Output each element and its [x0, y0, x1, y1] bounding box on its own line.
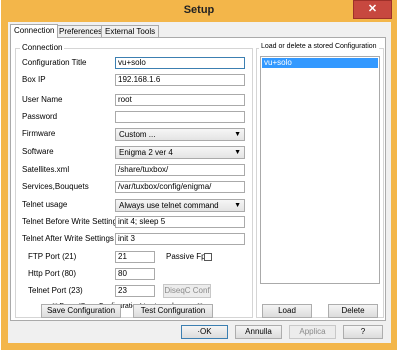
telnet-usage-label: Telnet usage: [22, 200, 68, 209]
software-select-value: Enigma 2 ver 4: [119, 148, 173, 157]
tab-connection[interactable]: Connection: [10, 24, 59, 38]
firmware-select-value: Custom ...: [119, 130, 156, 139]
satellites-xml-input[interactable]: /share/tuxbox/: [115, 164, 245, 176]
chevron-down-icon: ▼: [234, 131, 241, 138]
firmware-select[interactable]: Custom ... ▼: [115, 128, 245, 141]
dialog-client-area: Connection Preferences External Tools Co…: [8, 22, 391, 343]
services-bouquets-label: Services,Bouquets: [22, 182, 89, 191]
http-port-label: Http Port (80): [28, 269, 77, 278]
tab-external-tools[interactable]: External Tools: [101, 25, 160, 37]
satellites-xml-label: Satellites.xml: [22, 165, 70, 174]
setup-window: Setup ✕ Connection Preferences External …: [1, 0, 397, 350]
title-bar[interactable]: Setup ✕: [1, 0, 397, 21]
box-ip-label: Box IP: [22, 75, 46, 84]
software-select[interactable]: Enigma 2 ver 4 ▼: [115, 146, 245, 159]
configuration-title-label: Configuration Title: [22, 58, 87, 67]
connection-tab-panel: Connection Configuration Title vu+solo B…: [10, 37, 386, 321]
software-label: Software: [22, 147, 54, 156]
services-bouquets-input[interactable]: /var/tuxbox/config/enigma/: [115, 181, 245, 193]
connection-group: Connection Configuration Title vu+solo B…: [15, 43, 253, 318]
connection-group-title: Connection: [20, 43, 65, 52]
telnet-after-label: Telnet After Write Settings: [22, 234, 114, 243]
box-ip-input[interactable]: 192.168.1.6: [115, 74, 245, 86]
telnet-before-input[interactable]: init 4; sleep 5: [115, 216, 245, 228]
telnet-port-label: Telnet Port (23): [28, 286, 83, 295]
passive-fp-label: Passive Fp: [166, 252, 206, 261]
telnet-usage-select-value: Always use telnet command: [119, 201, 219, 210]
telnet-before-label: Telnet Before Write Settings: [22, 217, 122, 226]
ftp-port-input[interactable]: 21: [115, 251, 155, 263]
ok-button[interactable]: ·OK: [181, 325, 228, 339]
user-name-input[interactable]: root: [115, 94, 245, 106]
load-button[interactable]: Load: [262, 304, 312, 318]
apply-button[interactable]: Applica: [289, 325, 336, 339]
close-icon: ✕: [367, 3, 378, 15]
stored-configuration-group: Load or delete a stored Configuration vu…: [256, 43, 384, 318]
passive-fp-checkbox[interactable]: [204, 253, 212, 261]
telnet-usage-select[interactable]: Always use telnet command ▼: [115, 199, 245, 212]
window-title: Setup: [183, 4, 215, 16]
firmware-label: Firmware: [22, 129, 56, 138]
delete-button[interactable]: Delete: [328, 304, 378, 318]
help-button[interactable]: ?: [343, 325, 383, 339]
user-name-label: User Name: [22, 95, 63, 104]
chevron-down-icon: ▼: [234, 202, 241, 209]
test-configuration-button[interactable]: Test Configuration: [133, 304, 213, 318]
ftp-port-label: FTP Port (21): [28, 252, 77, 261]
stored-configuration-group-title: Load or delete a stored Configuration: [259, 43, 379, 50]
password-label: Password: [22, 112, 58, 121]
configuration-title-input[interactable]: vu+solo: [115, 57, 245, 69]
telnet-port-input[interactable]: 23: [115, 285, 155, 297]
diseqc-conf-button[interactable]: DiseqC Conf: [163, 284, 211, 298]
cancel-button[interactable]: Annulla: [235, 325, 282, 339]
http-port-input[interactable]: 80: [115, 268, 155, 280]
telnet-after-input[interactable]: init 3: [115, 233, 245, 245]
password-input[interactable]: [115, 111, 245, 123]
close-button[interactable]: ✕: [353, 0, 392, 19]
chevron-down-icon: ▼: [234, 149, 241, 156]
save-configuration-button[interactable]: Save Configuration: [41, 304, 121, 318]
tab-preferences[interactable]: Preferences: [55, 25, 107, 37]
list-item[interactable]: vu+solo: [262, 58, 378, 68]
stored-configuration-list[interactable]: vu+solo: [260, 56, 380, 284]
